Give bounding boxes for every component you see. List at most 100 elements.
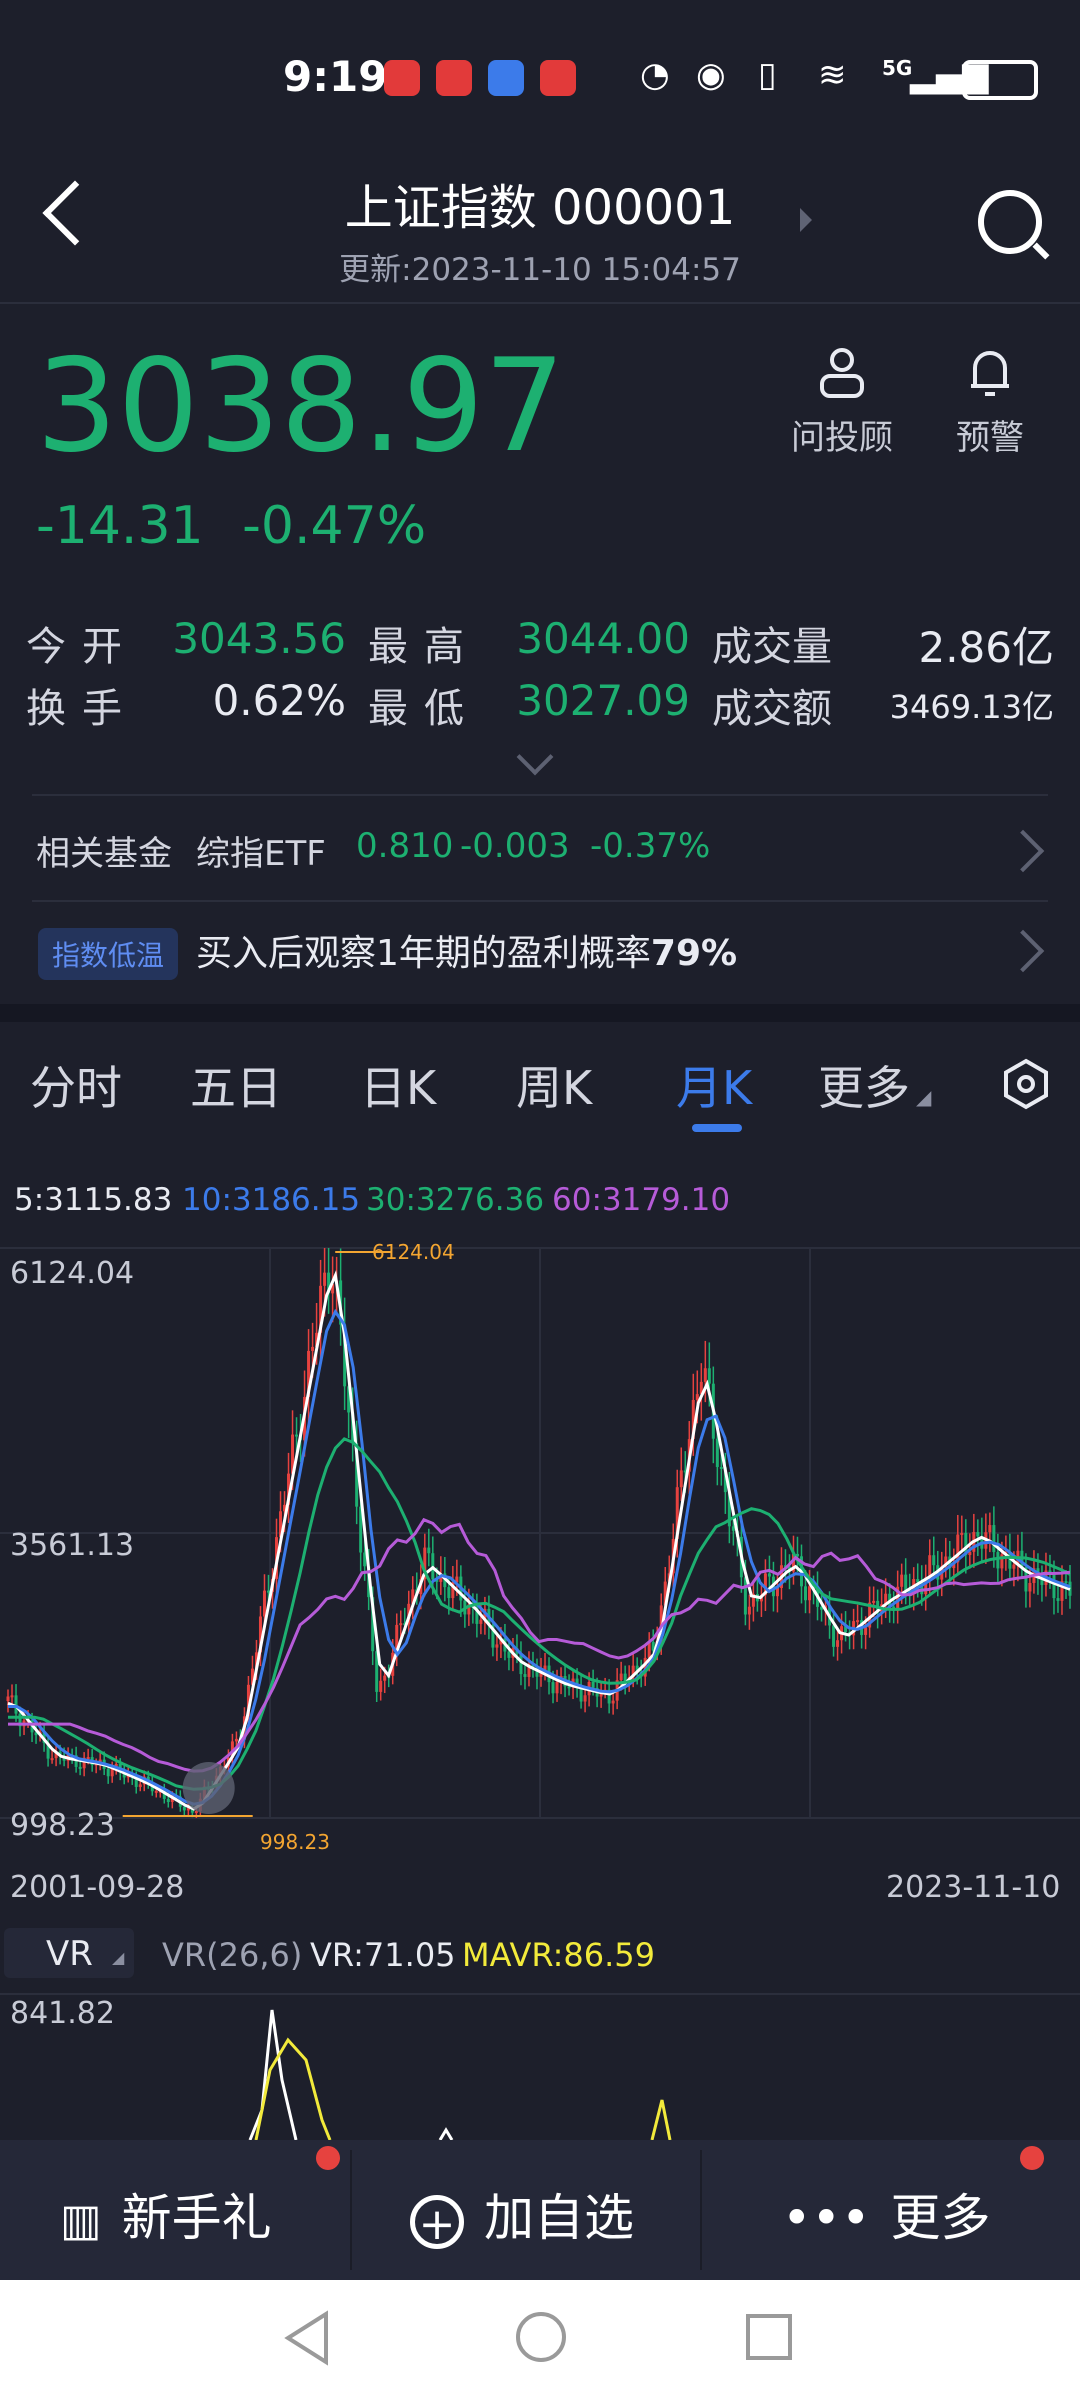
candle-body bbox=[50, 1758, 54, 1761]
candle-body bbox=[611, 1700, 615, 1704]
candle-body bbox=[932, 1555, 936, 1566]
low-label: 最低 bbox=[368, 686, 480, 732]
newbie-gift-button[interactable]: ▥ 新手礼 bbox=[60, 2178, 272, 2250]
add-watchlist-button[interactable]: + 加自选 bbox=[410, 2178, 634, 2250]
amount-label: 成交额 bbox=[712, 686, 832, 732]
more-label: 更多 bbox=[890, 2189, 991, 2247]
notification-dot bbox=[316, 2146, 340, 2170]
candle-body bbox=[495, 1644, 499, 1648]
next-stock-icon[interactable] bbox=[800, 208, 812, 232]
more-button[interactable]: ••• 更多 bbox=[782, 2178, 990, 2250]
related-fund-row[interactable]: 相关基金 综指ETF 0.810 -0.003 -0.37% bbox=[32, 800, 1048, 896]
tab-more-label: 更多 bbox=[818, 1061, 910, 1115]
candle-body bbox=[679, 1470, 683, 1488]
candle-body bbox=[78, 1766, 82, 1769]
candle-body bbox=[86, 1757, 90, 1760]
wifi-icon: ≋ bbox=[818, 55, 847, 95]
divider bbox=[700, 2150, 702, 2270]
candle-body bbox=[988, 1525, 992, 1533]
open-value: 3043.56 bbox=[172, 614, 346, 663]
candle-body bbox=[323, 1272, 327, 1286]
notification-icon bbox=[540, 60, 576, 96]
y-axis-min: 998.23 bbox=[10, 1808, 115, 1843]
divider bbox=[0, 302, 1080, 304]
monthly-k-chart[interactable] bbox=[0, 1238, 1080, 1848]
speed-icon: ◔ bbox=[640, 55, 670, 95]
candle-body bbox=[996, 1552, 1000, 1569]
candle-body bbox=[703, 1368, 707, 1382]
nav-home-icon[interactable] bbox=[514, 2310, 568, 2364]
chevron-right-icon bbox=[1001, 829, 1045, 873]
chevron-right-icon[interactable] bbox=[1001, 929, 1045, 973]
indicator-selector[interactable]: VR ◢ bbox=[4, 1928, 134, 1978]
nav-back-icon[interactable] bbox=[282, 2310, 332, 2366]
ma5-value: 5:3115.83 bbox=[14, 1182, 173, 1218]
advisor-button[interactable]: 问投顾 bbox=[772, 346, 912, 459]
candle-body bbox=[872, 1600, 876, 1603]
add-watchlist-label: 加自选 bbox=[484, 2189, 634, 2247]
candle-body bbox=[447, 1587, 451, 1599]
page-title: 上证指数 000001 bbox=[344, 180, 736, 236]
more-dots-icon: ••• bbox=[782, 2189, 871, 2247]
current-price: 3038.97 bbox=[36, 332, 566, 481]
ma30-value: 30:3276.36 bbox=[366, 1182, 545, 1218]
candle-body bbox=[583, 1695, 587, 1702]
candle-body bbox=[976, 1532, 980, 1537]
notification-dot bbox=[1020, 2146, 1044, 2170]
status-time: 9:19 bbox=[283, 52, 388, 101]
vibrate-icon: ▯ bbox=[758, 55, 777, 95]
promo-row[interactable]: 买入后观察1年期的盈利概率79% bbox=[196, 924, 737, 976]
bell-icon bbox=[971, 351, 1009, 396]
vr-indicator-chart bbox=[0, 1993, 1080, 2140]
tab-monthly-k[interactable]: 月K bbox=[676, 1052, 752, 1118]
candle-body bbox=[719, 1466, 723, 1469]
candle-body bbox=[182, 1806, 186, 1811]
music-icon bbox=[488, 60, 524, 96]
candle-body bbox=[731, 1526, 735, 1531]
vr-line bbox=[248, 2009, 298, 2140]
chart-settings-icon[interactable] bbox=[1000, 1058, 1052, 1110]
notification-icon bbox=[384, 60, 420, 96]
search-icon[interactable] bbox=[978, 190, 1042, 254]
alert-button[interactable]: 预警 bbox=[920, 346, 1060, 459]
expand-chevron-icon[interactable] bbox=[516, 738, 554, 776]
x-axis-start: 2001-09-28 bbox=[10, 1870, 185, 1905]
candle-body bbox=[166, 1798, 170, 1803]
tab-more[interactable]: 更多 ◢ bbox=[818, 1052, 931, 1118]
promo-value: 79% bbox=[650, 933, 738, 974]
vr-value: VR:71.05 bbox=[310, 1936, 456, 1974]
low-value: 3027.09 bbox=[516, 676, 690, 725]
candle-body bbox=[555, 1681, 559, 1694]
candle-body bbox=[832, 1625, 836, 1647]
fund-change: -0.003 bbox=[460, 826, 570, 866]
candle-body bbox=[110, 1768, 114, 1777]
y-axis-mid: 3561.13 bbox=[10, 1528, 135, 1563]
battery-icon bbox=[962, 60, 1038, 100]
network-label: 5G bbox=[882, 56, 913, 80]
ma60-value: 60:3179.10 bbox=[552, 1182, 731, 1218]
nav-recents-icon[interactable] bbox=[744, 2312, 794, 2362]
bar-chart-icon: ▥ bbox=[60, 2195, 102, 2246]
candle-body bbox=[154, 1790, 158, 1793]
candle-body bbox=[507, 1651, 511, 1658]
open-label: 今开 bbox=[26, 624, 138, 670]
update-time: 更新:2023-11-10 15:04:57 bbox=[339, 252, 741, 288]
tab-five-day[interactable]: 五日 bbox=[190, 1052, 282, 1118]
tab-intraday[interactable]: 分时 bbox=[30, 1052, 122, 1118]
candle-body bbox=[551, 1682, 555, 1694]
candle-body bbox=[1052, 1573, 1056, 1599]
candle-body bbox=[311, 1346, 315, 1351]
candle-body bbox=[567, 1686, 571, 1689]
tab-daily-k[interactable]: 日K bbox=[360, 1052, 436, 1118]
change-percent: -0.47% bbox=[242, 496, 427, 556]
ma10-value: 10:3186.15 bbox=[182, 1182, 361, 1218]
candle-body bbox=[808, 1586, 812, 1601]
candle-body bbox=[10, 1695, 14, 1698]
y-axis-max: 6124.04 bbox=[10, 1256, 135, 1291]
candle-body bbox=[383, 1675, 387, 1681]
chart-zoom-handle bbox=[182, 1762, 235, 1814]
candle-body bbox=[295, 1434, 299, 1437]
price-change: -14.31 -0.47% bbox=[36, 496, 426, 556]
high-value: 3044.00 bbox=[516, 614, 690, 663]
tab-weekly-k[interactable]: 周K bbox=[516, 1052, 592, 1118]
